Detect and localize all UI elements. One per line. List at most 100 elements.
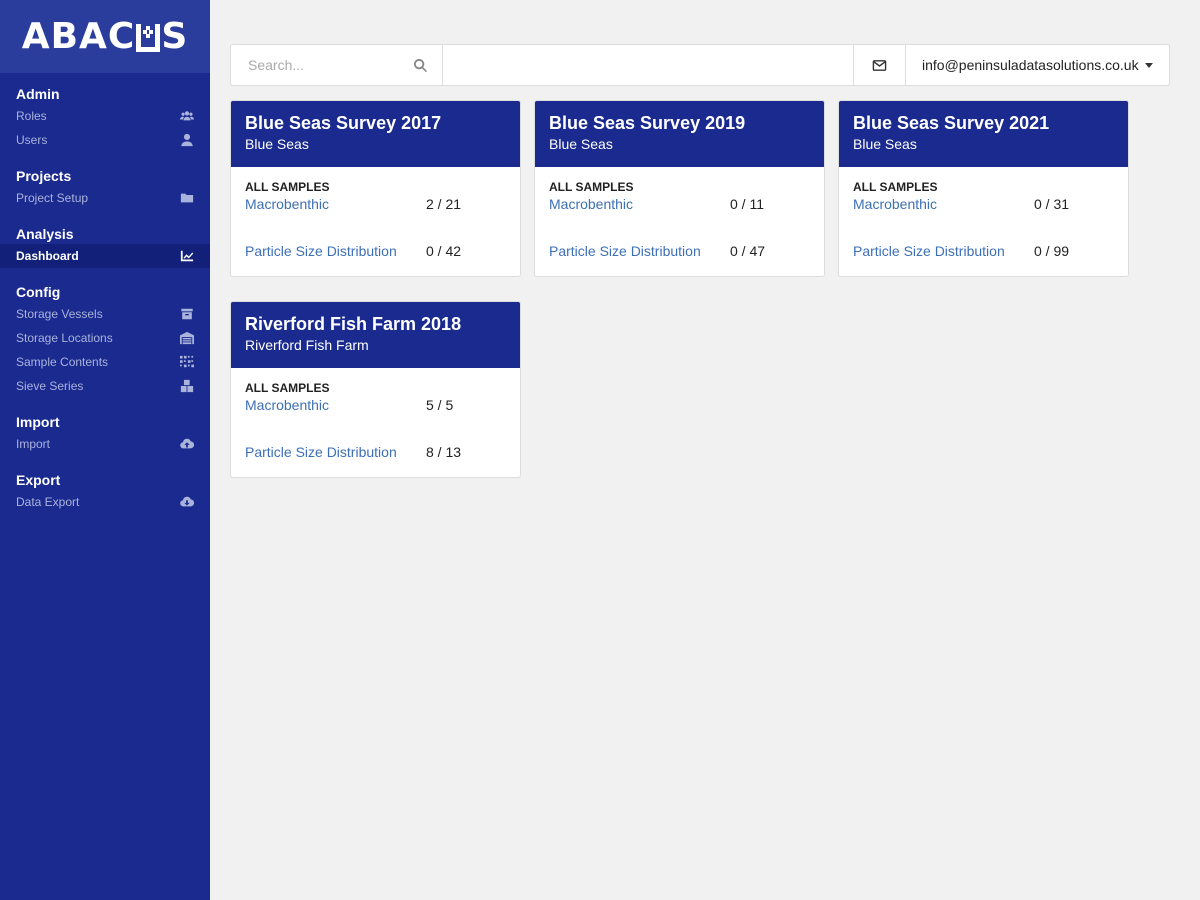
search-box xyxy=(231,45,443,85)
sidebar-item-label: Sieve Series xyxy=(16,379,84,393)
user-icon xyxy=(180,133,194,147)
sidebar-item-project-setup[interactable]: Project Setup xyxy=(0,186,210,210)
cloud-upload-icon xyxy=(180,437,194,451)
top-bar: info@peninsuladatasolutions.co.uk xyxy=(230,44,1170,86)
card-body: ALL SAMPLES Macrobenthic 0 / 11 Particle… xyxy=(535,167,824,274)
sidebar-item-label: Project Setup xyxy=(16,191,89,205)
samples-label: ALL SAMPLES xyxy=(549,180,634,194)
sample-count: 0 / 31 xyxy=(1034,196,1070,212)
cloud-download-icon xyxy=(180,495,194,509)
card-header: Blue Seas Survey 2017 Blue Seas xyxy=(231,101,520,167)
sample-type-link[interactable]: Particle Size Distribution xyxy=(245,243,426,259)
users-group-icon xyxy=(180,109,194,123)
sidebar-item-label: Storage Vessels xyxy=(16,307,103,321)
card-title: Riverford Fish Farm 2018 xyxy=(245,314,462,334)
card-subtitle: Blue Seas xyxy=(853,136,917,152)
sample-count: 0 / 47 xyxy=(730,243,766,259)
card-subtitle: Blue Seas xyxy=(245,136,309,152)
sample-count: 0 / 42 xyxy=(426,243,462,259)
user-email: info@peninsuladatasolutions.co.uk xyxy=(922,57,1139,73)
sidebar-item-storage-locations[interactable]: Storage Locations xyxy=(0,326,210,350)
card-body: ALL SAMPLES Macrobenthic 0 / 31 Particle… xyxy=(839,167,1128,274)
section-analysis: Analysis Dashboard xyxy=(0,224,210,268)
section-config: Config Storage Vessels Storage Locations… xyxy=(0,282,210,398)
section-admin: Admin Roles Users xyxy=(0,84,210,152)
sample-row: Particle Size Distribution 8 / 13 xyxy=(245,442,506,462)
sample-type-link[interactable]: Particle Size Distribution xyxy=(853,243,1034,259)
sidebar-item-label: Users xyxy=(16,133,48,147)
sample-type-link[interactable]: Macrobenthic xyxy=(549,196,730,212)
sample-row: Macrobenthic 0 / 31 xyxy=(853,194,1114,214)
search-input[interactable] xyxy=(248,57,398,73)
samples-label: ALL SAMPLES xyxy=(245,381,330,395)
section-title-export: Export xyxy=(16,472,61,488)
logo-area[interactable]: ABAC S xyxy=(0,0,210,73)
card-body: ALL SAMPLES Macrobenthic 2 / 21 Particle… xyxy=(231,167,520,274)
card-header: Blue Seas Survey 2021 Blue Seas xyxy=(839,101,1128,167)
sidebar-item-label: Roles xyxy=(16,109,47,123)
project-card: Riverford Fish Farm 2018 Riverford Fish … xyxy=(230,301,521,478)
app-logo: ABAC S xyxy=(21,16,189,57)
envelope-icon xyxy=(872,59,887,71)
section-title-import: Import xyxy=(16,414,60,430)
chart-line-icon xyxy=(180,249,194,263)
section-projects: Projects Project Setup xyxy=(0,166,210,210)
folder-icon xyxy=(180,191,194,205)
card-header: Riverford Fish Farm 2018 Riverford Fish … xyxy=(231,302,520,368)
sidebar-item-label: Storage Locations xyxy=(16,331,113,345)
grid-dots-icon xyxy=(180,355,194,369)
archive-icon xyxy=(180,307,194,321)
sample-count: 8 / 13 xyxy=(426,444,462,460)
sidebar-item-data-export[interactable]: Data Export xyxy=(0,490,210,514)
project-card: Blue Seas Survey 2021 Blue Seas ALL SAMP… xyxy=(838,100,1129,277)
project-card: Blue Seas Survey 2019 Blue Seas ALL SAMP… xyxy=(534,100,825,277)
sample-count: 2 / 21 xyxy=(426,196,462,212)
card-title: Blue Seas Survey 2019 xyxy=(549,113,746,133)
sample-row: Macrobenthic 0 / 11 xyxy=(549,194,810,214)
section-export: Export Data Export xyxy=(0,470,210,514)
sample-type-link[interactable]: Macrobenthic xyxy=(245,397,426,413)
sample-count: 0 / 11 xyxy=(730,196,764,212)
sidebar-item-dashboard[interactable]: Dashboard xyxy=(0,244,210,268)
sidebar-item-roles[interactable]: Roles xyxy=(0,104,210,128)
top-bar-spacer xyxy=(443,45,854,85)
sample-row: Particle Size Distribution 0 / 42 xyxy=(245,241,506,261)
sidebar-item-sample-contents[interactable]: Sample Contents xyxy=(0,350,210,374)
samples-label: ALL SAMPLES xyxy=(853,180,938,194)
section-import: Import Import xyxy=(0,412,210,456)
mail-button[interactable] xyxy=(854,45,906,85)
sample-row: Particle Size Distribution 0 / 99 xyxy=(853,241,1114,261)
boxes-icon xyxy=(180,379,194,393)
sidebar-item-storage-vessels[interactable]: Storage Vessels xyxy=(0,302,210,326)
sidebar-item-label: Sample Contents xyxy=(16,355,109,369)
sidebar: ABAC S Admin Roles Users Projects Project… xyxy=(0,0,210,900)
card-subtitle: Riverford Fish Farm xyxy=(245,337,369,353)
sidebar-item-label: Import xyxy=(16,437,51,451)
section-title-analysis: Analysis xyxy=(16,226,74,242)
sample-type-link[interactable]: Macrobenthic xyxy=(853,196,1034,212)
project-card: Blue Seas Survey 2017 Blue Seas ALL SAMP… xyxy=(230,100,521,277)
caret-down-icon xyxy=(1145,62,1153,68)
logo-u-mark xyxy=(136,23,161,52)
sample-count: 0 / 99 xyxy=(1034,243,1070,259)
sample-row: Macrobenthic 5 / 5 xyxy=(245,395,506,415)
sidebar-item-label: Data Export xyxy=(16,495,80,509)
sidebar-item-sieve-series[interactable]: Sieve Series xyxy=(0,374,210,398)
sidebar-item-users[interactable]: Users xyxy=(0,128,210,152)
search-icon[interactable] xyxy=(413,58,428,73)
sample-type-link[interactable]: Particle Size Distribution xyxy=(245,444,426,460)
section-title-projects: Projects xyxy=(16,168,72,184)
card-subtitle: Blue Seas xyxy=(549,136,613,152)
sample-count: 5 / 5 xyxy=(426,397,454,413)
card-body: ALL SAMPLES Macrobenthic 5 / 5 Particle … xyxy=(231,368,520,475)
sidebar-item-label: Dashboard xyxy=(16,249,79,263)
sample-type-link[interactable]: Macrobenthic xyxy=(245,196,426,212)
sample-row: Particle Size Distribution 0 / 47 xyxy=(549,241,810,261)
warehouse-icon xyxy=(180,331,194,345)
sidebar-item-import[interactable]: Import xyxy=(0,432,210,456)
card-title: Blue Seas Survey 2017 xyxy=(245,113,442,133)
section-title-admin: Admin xyxy=(16,86,60,102)
card-title: Blue Seas Survey 2021 xyxy=(853,113,1050,133)
sample-type-link[interactable]: Particle Size Distribution xyxy=(549,243,730,259)
user-menu-dropdown[interactable]: info@peninsuladatasolutions.co.uk xyxy=(906,45,1169,85)
